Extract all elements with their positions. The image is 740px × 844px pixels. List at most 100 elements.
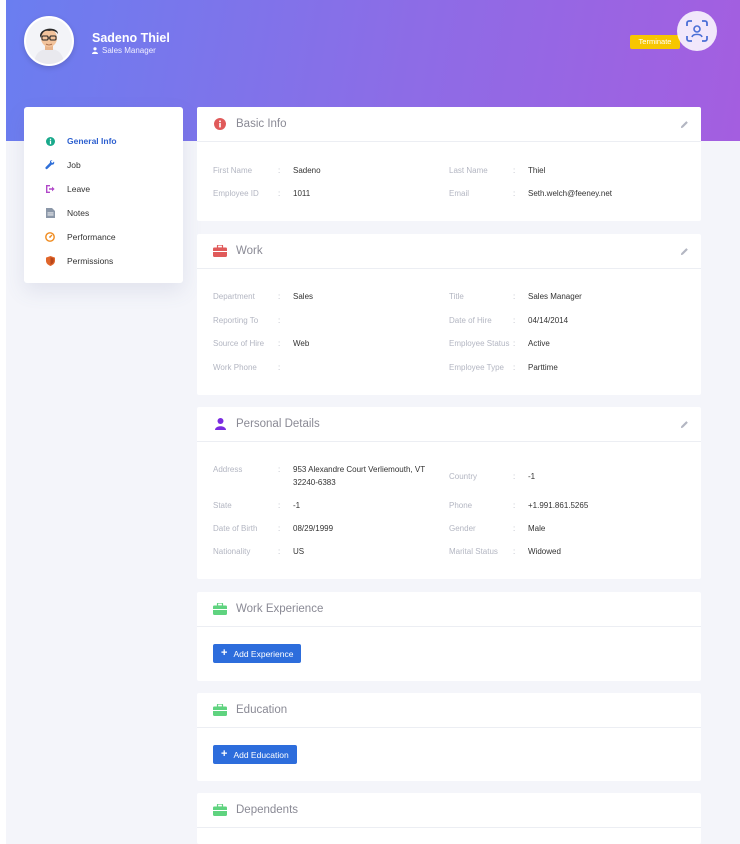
edit-pencil-icon[interactable] — [680, 120, 689, 129]
field-label: Email — [449, 189, 470, 198]
field-colon: : — [513, 524, 516, 533]
edit-pencil-icon[interactable] — [680, 420, 689, 429]
field-colon: : — [513, 189, 516, 198]
field-colon: : — [513, 166, 516, 175]
gender-value: Male — [528, 524, 546, 533]
dependents-card: Dependents — [197, 793, 701, 844]
nav-item-general-info[interactable]: General Info — [24, 129, 183, 153]
briefcase-icon — [213, 803, 227, 817]
address-line-2: 32240-6383 — [293, 478, 336, 487]
field-colon: : — [278, 316, 281, 325]
country-value: -1 — [528, 472, 536, 481]
shield-icon — [45, 256, 55, 266]
field-colon: : — [278, 363, 281, 372]
sign-out-icon — [45, 184, 55, 194]
job-title-value: Sales Manager — [528, 292, 582, 301]
field-label: Reporting To — [213, 316, 259, 325]
field-colon: : — [513, 292, 516, 301]
field-label: Marital Status — [449, 547, 498, 556]
field-colon: : — [278, 189, 281, 198]
marital-status-value: Widowed — [528, 547, 561, 556]
field-label: Country — [449, 472, 478, 481]
user-name: Sadeno Thiel — [92, 31, 170, 45]
field-colon: : — [513, 339, 516, 348]
nav-item-label: General Info — [67, 136, 117, 146]
nav-item-leave[interactable]: Leave — [24, 177, 183, 201]
email-value: Seth.welch@feeney.net — [528, 189, 613, 198]
field-colon: : — [278, 166, 281, 175]
section-title: Basic Info — [236, 118, 287, 130]
user-avatar[interactable] — [24, 16, 74, 66]
profile-side-nav: General Info Job Leave Notes Performance… — [24, 107, 183, 283]
field-label: State — [213, 501, 232, 510]
plus-icon: + — [221, 647, 228, 659]
nationality-value: US — [293, 547, 305, 556]
nav-item-label: Performance — [67, 232, 116, 242]
button-label: Add Experience — [233, 648, 294, 659]
employee-status-value: Active — [528, 339, 550, 348]
nav-item-label: Permissions — [67, 256, 114, 266]
user-role: Sales Manager — [92, 46, 156, 55]
department-value: Sales — [293, 292, 314, 301]
terminate-button[interactable]: Terminate — [630, 35, 680, 49]
briefcase-icon — [213, 244, 227, 258]
user-role-text: Sales Manager — [102, 46, 156, 55]
nav-item-notes[interactable]: Notes — [24, 201, 183, 225]
work-header: Work — [197, 234, 701, 269]
first-name-value: Sadeno — [293, 166, 321, 175]
field-label: Employee Status — [449, 339, 510, 348]
personal-details-card: Personal Details Address : 953 Alexandre… — [197, 407, 701, 579]
source-of-hire-value: Web — [293, 339, 310, 348]
education-header: Education — [197, 693, 701, 728]
info-circle-icon — [213, 117, 227, 131]
field-colon: : — [513, 316, 516, 325]
wrench-icon — [45, 160, 55, 170]
field-colon: : — [278, 292, 281, 301]
field-colon: : — [278, 547, 281, 556]
field-colon: : — [513, 472, 516, 481]
gauge-icon — [45, 232, 55, 242]
section-title: Personal Details — [236, 418, 320, 430]
nav-item-label: Leave — [67, 184, 91, 194]
field-colon: : — [278, 524, 281, 533]
field-label: First Name — [213, 166, 253, 175]
field-colon: : — [278, 501, 281, 510]
last-name-value: Thiel — [528, 166, 546, 175]
field-label: Nationality — [213, 547, 251, 556]
section-title: Dependents — [236, 804, 299, 816]
notes-icon — [45, 208, 55, 218]
basic-info-card: Basic Info First Name : Sadeno Last Name… — [197, 107, 701, 221]
nav-item-performance[interactable]: Performance — [24, 225, 183, 249]
state-value: -1 — [293, 501, 301, 510]
edit-pencil-icon[interactable] — [680, 247, 689, 256]
add-experience-button[interactable]: + Add Experience — [213, 644, 302, 663]
address-line-1: 953 Alexandre Court Verliemouth, VT — [293, 465, 426, 474]
nav-item-label: Job — [67, 160, 81, 170]
field-colon: : — [278, 465, 281, 474]
employee-type-value: Parttime — [528, 363, 558, 372]
face-scan-icon — [686, 20, 708, 42]
dob-value: 08/29/1999 — [293, 524, 334, 533]
field-label: Employee Type — [449, 363, 504, 372]
nav-item-job[interactable]: Job — [24, 153, 183, 177]
briefcase-icon — [213, 703, 227, 717]
info-circle-icon — [45, 136, 55, 146]
work-experience-card: Work Experience + Add Experience — [197, 592, 701, 681]
field-label: Last Name — [449, 166, 488, 175]
field-label: Gender — [449, 524, 476, 533]
basic-info-header: Basic Info — [197, 107, 701, 142]
phone-value: +1.991.861.5265 — [528, 501, 589, 510]
section-title: Work — [236, 245, 263, 257]
dependents-header: Dependents — [197, 793, 701, 828]
add-education-button[interactable]: + Add Education — [213, 745, 297, 764]
field-colon: : — [513, 547, 516, 556]
field-colon: : — [513, 363, 516, 372]
face-scan-button[interactable] — [677, 11, 717, 51]
nav-item-permissions[interactable]: Permissions — [24, 249, 183, 273]
field-label: Department — [213, 292, 255, 301]
education-card: Education + Add Education — [197, 693, 701, 781]
field-label: Phone — [449, 501, 473, 510]
section-title: Work Experience — [236, 603, 324, 615]
field-label: Work Phone — [213, 363, 257, 372]
briefcase-icon — [213, 602, 227, 616]
